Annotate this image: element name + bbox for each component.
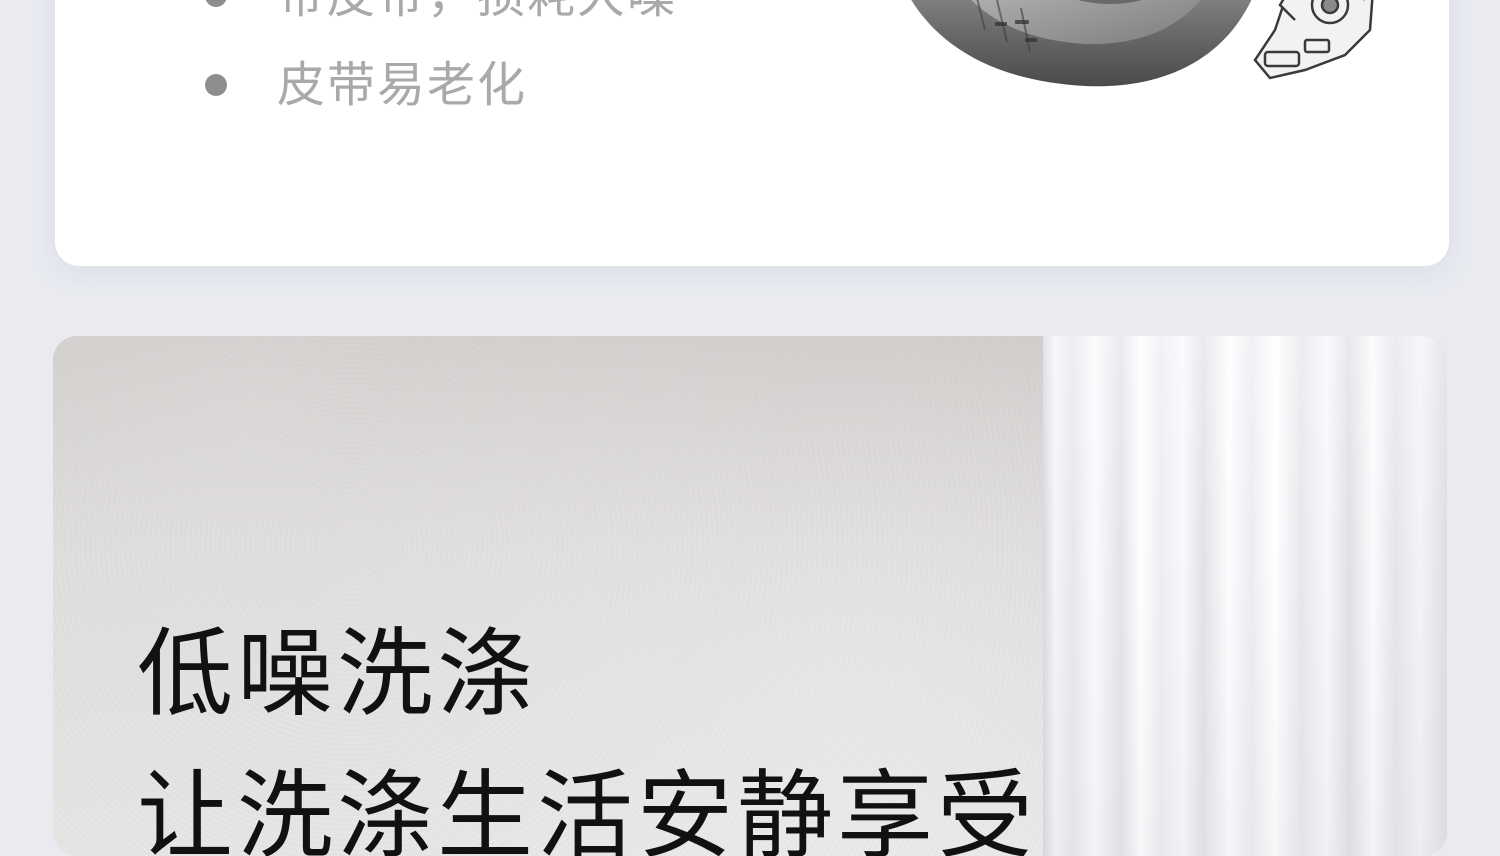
bullet-item: 皮带易老化 (205, 61, 527, 109)
bullet-text: 皮带易老化 (277, 57, 528, 113)
drawback-card: 带皮带，损耗大噪 皮带易老化 (55, 0, 1449, 266)
feature-headline: 低噪洗涤 (137, 618, 537, 730)
feature-subheadline: 让洗涤生活安静享受 (137, 760, 1037, 856)
bullet-dot-icon (205, 0, 227, 7)
bullet-item: 带皮带，损耗大噪 (205, 0, 677, 20)
washer-drum-illustration-icon (911, 0, 1374, 87)
curtain-shading (1043, 336, 1447, 856)
bullet-dot-icon (205, 74, 227, 96)
bullet-text: 带皮带，损耗大噪 (277, 0, 677, 20)
quiet-wash-feature-card: 低噪洗涤 让洗涤生活安静享受 (53, 336, 1447, 856)
